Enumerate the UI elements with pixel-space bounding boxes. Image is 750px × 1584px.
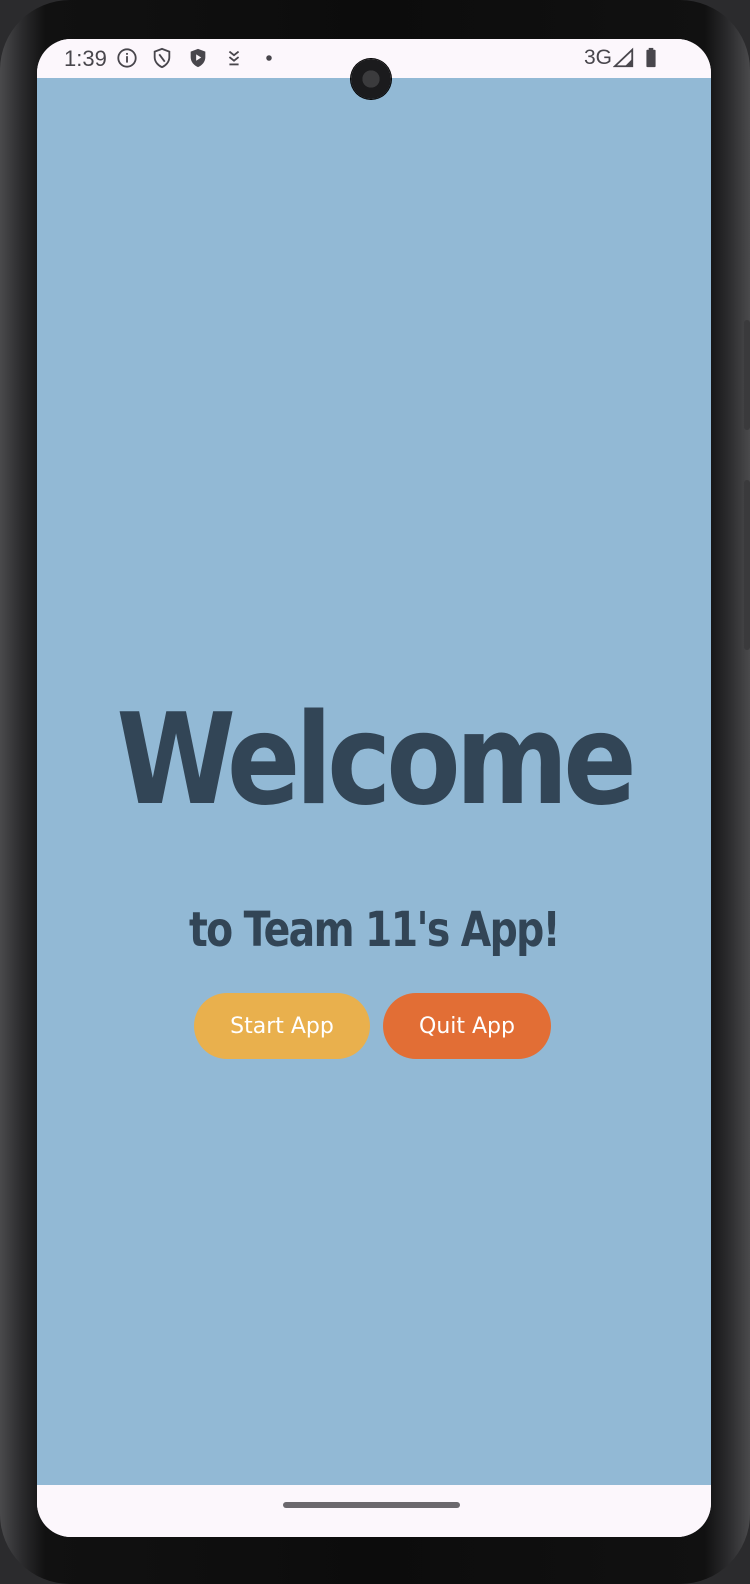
network-type: 3G <box>584 46 613 69</box>
download-icon <box>228 50 240 66</box>
start-app-button[interactable]: Start App <box>194 993 370 1059</box>
dot-icon <box>266 55 272 61</box>
front-camera <box>351 59 391 99</box>
play-protect-icon <box>190 48 206 68</box>
welcome-title: Welcome <box>116 686 636 833</box>
power-button <box>744 320 750 430</box>
battery-icon <box>646 47 656 68</box>
screen: 1:39 3G Welcome to Team 11's App! Start … <box>37 39 711 1537</box>
app-background: Welcome to Team 11's App! Start App Quit… <box>37 78 711 1485</box>
volume-button <box>744 480 750 650</box>
welcome-subtitle: to Team 11's App! <box>189 902 561 958</box>
signal-icon <box>613 47 634 68</box>
status-time: 1:39 <box>64 46 107 71</box>
quit-app-button[interactable]: Quit App <box>383 993 551 1059</box>
gesture-nav-bar <box>37 1485 711 1537</box>
shield-icon <box>153 47 171 69</box>
info-icon <box>117 48 137 68</box>
home-handle[interactable] <box>283 1502 460 1508</box>
